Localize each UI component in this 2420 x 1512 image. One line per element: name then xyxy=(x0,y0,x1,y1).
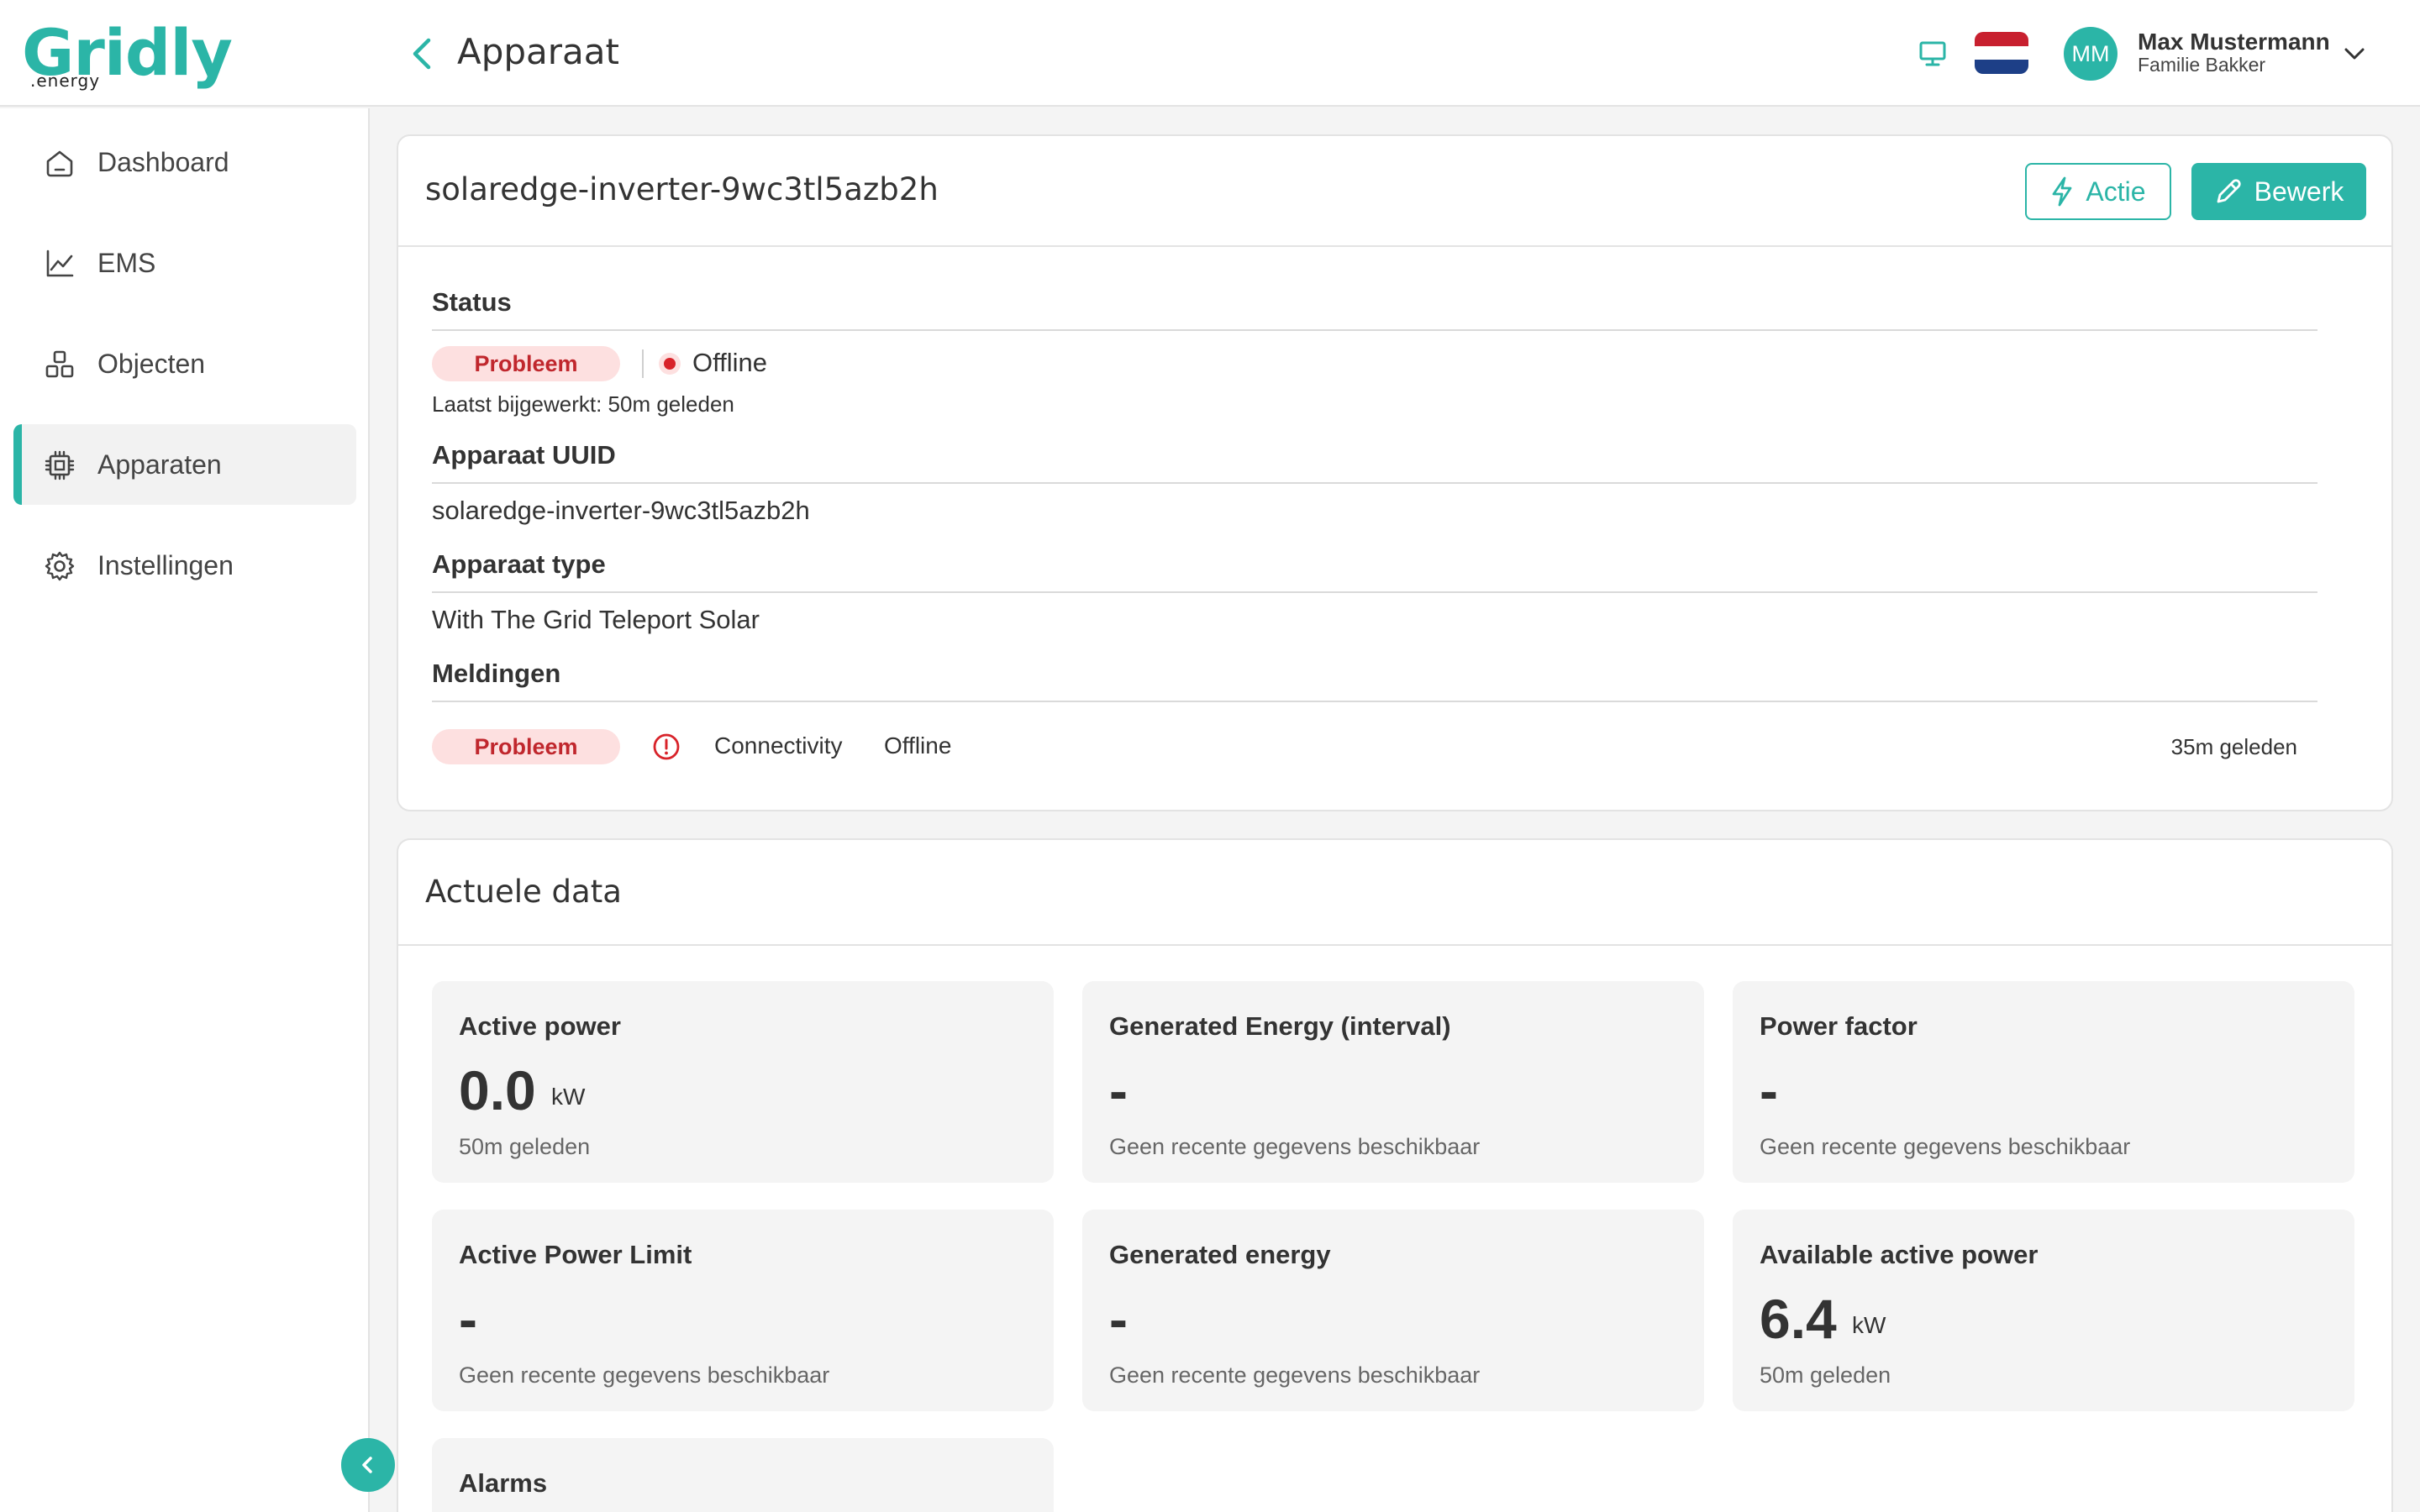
metric-value: - xyxy=(1109,1288,1128,1350)
chevron-left-icon xyxy=(413,38,431,70)
gear-icon xyxy=(45,551,75,581)
monitor-icon xyxy=(1919,41,1946,66)
metric-value: - xyxy=(1109,1059,1128,1121)
divider xyxy=(432,701,2317,702)
notification-message: Offline xyxy=(884,732,952,759)
last-updated: Laatst bijgewerkt: 50m geleden xyxy=(432,391,734,417)
chevron-left-icon xyxy=(362,1457,372,1473)
metric-title: Generated Energy (interval) xyxy=(1109,1011,1451,1041)
sidebar-item-instellingen[interactable]: Instellingen xyxy=(13,525,356,606)
sidebar: Dashboard EMS Objecten Apparaten Instell… xyxy=(0,108,370,1512)
language-flag-nl[interactable] xyxy=(1975,32,2028,74)
edit-button[interactable]: Bewerk xyxy=(2191,163,2366,220)
metric-tile-active-power-limit[interactable]: Active Power Limit - Geen recente gegeve… xyxy=(432,1210,1054,1411)
metric-title: Active power xyxy=(459,1011,621,1041)
type-value: With The Grid Teleport Solar xyxy=(432,605,760,634)
live-data-title: Actuele data xyxy=(425,874,622,910)
device-card: solaredge-inverter-9wc3tl5azb2h Actie Be… xyxy=(397,134,2393,811)
metric-value: 0.0 xyxy=(459,1059,536,1121)
metric-title: Active Power Limit xyxy=(459,1240,692,1269)
logo-subtext: .energy xyxy=(30,71,101,91)
status-badge: Probleem xyxy=(432,346,620,381)
top-bar: Gridly .energy Apparaat MM Max Musterman… xyxy=(0,0,2420,107)
offline-dot-icon xyxy=(659,353,681,375)
sidebar-item-objecten[interactable]: Objecten xyxy=(13,323,356,404)
uuid-value: solaredge-inverter-9wc3tl5azb2h xyxy=(432,496,810,525)
status-label: Status xyxy=(432,287,512,317)
notification-time: 35m geleden xyxy=(2170,734,2297,759)
sidebar-item-label: EMS xyxy=(97,247,156,278)
back-button[interactable] xyxy=(403,32,440,76)
metric-timestamp: Geen recente gegevens beschikbaar xyxy=(1760,1134,2131,1159)
metric-title: Generated energy xyxy=(1109,1240,1331,1269)
divider xyxy=(432,591,2317,593)
bolt-icon xyxy=(2053,176,2072,207)
notifications-label: Meldingen xyxy=(432,659,561,688)
sidebar-item-dashboard[interactable]: Dashboard xyxy=(13,122,356,202)
metric-title: Alarms xyxy=(459,1468,548,1498)
divider xyxy=(432,329,2317,331)
sidebar-item-label: Dashboard xyxy=(97,146,229,177)
gridly-logo[interactable]: Gridly .energy xyxy=(22,17,233,92)
sidebar-item-label: Instellingen xyxy=(97,549,234,580)
metric-value: 6.4 xyxy=(1760,1288,1837,1350)
chevron-down-icon xyxy=(2344,48,2365,60)
sidebar-item-apparaten[interactable]: Apparaten xyxy=(13,424,356,505)
alert-circle-icon xyxy=(653,733,680,760)
device-card-header: solaredge-inverter-9wc3tl5azb2h Actie Be… xyxy=(398,136,2391,247)
metric-timestamp: Geen recente gegevens beschikbaar xyxy=(1109,1134,1481,1159)
sidebar-item-label: Apparaten xyxy=(97,449,222,480)
monitor-button[interactable] xyxy=(1918,39,1948,69)
action-button[interactable]: Actie xyxy=(2025,163,2171,220)
live-data-header: Actuele data xyxy=(398,840,2391,946)
metric-unit: kW xyxy=(1852,1312,1886,1338)
metric-timestamp: Geen recente gegevens beschikbaar xyxy=(459,1362,830,1388)
metric-value: - xyxy=(1760,1059,1778,1121)
page-title: Apparaat xyxy=(457,31,619,72)
metric-value: - xyxy=(459,1288,477,1350)
metric-tile-alarms[interactable]: Alarms xyxy=(432,1438,1054,1512)
connection-status: Offline xyxy=(692,348,768,377)
edit-button-label: Bewerk xyxy=(2254,176,2344,207)
home-icon xyxy=(46,150,73,177)
avatar[interactable]: MM xyxy=(2064,27,2118,81)
uuid-label: Apparaat UUID xyxy=(432,440,616,470)
action-button-label: Actie xyxy=(2086,176,2146,207)
metric-timestamp: 50m geleden xyxy=(459,1134,591,1159)
pencil-icon xyxy=(2217,179,2241,203)
notification-category: Connectivity xyxy=(714,732,843,759)
metric-tile-available-active-power[interactable]: Available active power 6.4 kW 50m gelede… xyxy=(1733,1210,2354,1411)
metric-tile-generated-energy[interactable]: Generated energy - Geen recente gegevens… xyxy=(1082,1210,1704,1411)
metric-unit: kW xyxy=(551,1084,586,1110)
sidebar-item-label: Objecten xyxy=(97,348,206,379)
type-label: Apparaat type xyxy=(432,549,606,579)
device-name: solaredge-inverter-9wc3tl5azb2h xyxy=(425,171,939,207)
metric-timestamp: Geen recente gegevens beschikbaar xyxy=(1109,1362,1481,1388)
live-data-card: Actuele data Active power 0.0 kW 50m gel… xyxy=(397,838,2393,1512)
metric-tile-generated-energy-interval[interactable]: Generated Energy (interval) - Geen recen… xyxy=(1082,981,1704,1183)
collapse-sidebar-button[interactable] xyxy=(341,1438,395,1492)
chip-icon xyxy=(45,450,75,480)
metric-title: Available active power xyxy=(1760,1240,2039,1269)
user-menu-toggle[interactable] xyxy=(2341,40,2368,67)
metric-tile-power-factor[interactable]: Power factor - Geen recente gegevens bes… xyxy=(1733,981,2354,1183)
metric-title: Power factor xyxy=(1760,1011,1918,1041)
notification-badge: Probleem xyxy=(432,729,620,764)
line-chart-icon xyxy=(46,249,74,277)
user-household: Familie Bakker xyxy=(2138,54,2266,76)
divider xyxy=(432,482,2317,484)
divider-vertical xyxy=(642,349,644,378)
metric-timestamp: 50m geleden xyxy=(1760,1362,1891,1388)
boxes-icon xyxy=(45,350,74,378)
sidebar-item-ems[interactable]: EMS xyxy=(13,223,356,303)
user-name[interactable]: Max Mustermann xyxy=(2138,29,2330,55)
metric-tile-active-power[interactable]: Active power 0.0 kW 50m geleden xyxy=(432,981,1054,1183)
